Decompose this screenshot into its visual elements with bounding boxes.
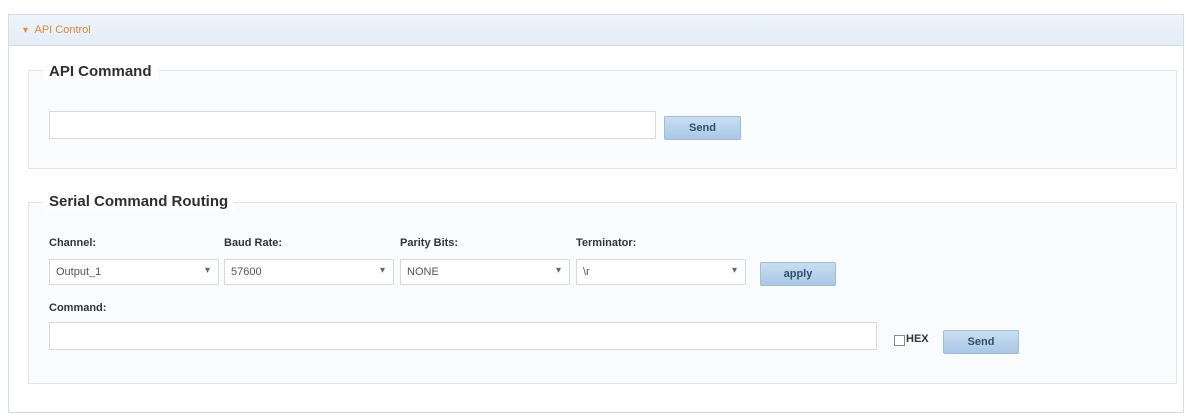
serial-routing-section <box>28 202 1177 384</box>
hex-checkbox[interactable] <box>894 335 905 346</box>
serial-routing-title: Serial Command Routing <box>43 193 235 210</box>
chevron-down-icon: ▾ <box>555 265 561 276</box>
panel-title: API Control <box>34 24 91 36</box>
terminator-label: Terminator: <box>576 237 637 249</box>
api-control-panel: ▾ API Control API Command Send Serial Co… <box>8 14 1184 413</box>
api-command-title: API Command <box>43 63 158 80</box>
baud-rate-select[interactable]: 57600 ▾ <box>224 259 394 285</box>
command-label: Command: <box>49 302 107 314</box>
channel-select[interactable]: Output_1 ▾ <box>49 259 219 285</box>
hex-label: HEX <box>906 333 929 345</box>
parity-bits-select[interactable]: NONE ▾ <box>400 259 570 285</box>
serial-send-button[interactable]: Send <box>943 330 1019 354</box>
terminator-select[interactable]: \r ▾ <box>576 259 746 285</box>
channel-label: Channel: <box>49 237 97 249</box>
serial-command-input[interactable] <box>49 322 877 350</box>
chevron-down-icon: ▾ <box>204 265 210 276</box>
baud-rate-label: Baud Rate: <box>224 237 283 249</box>
collapse-caret-icon[interactable]: ▾ <box>23 25 28 36</box>
panel-header[interactable]: ▾ API Control <box>9 15 1183 46</box>
baud-rate-value: 57600 <box>231 266 262 278</box>
api-command-input[interactable] <box>49 111 656 139</box>
terminator-value: \r <box>583 266 590 278</box>
parity-bits-label: Parity Bits: <box>400 237 459 249</box>
apply-button[interactable]: apply <box>760 262 836 286</box>
channel-value: Output_1 <box>56 266 102 278</box>
api-send-button[interactable]: Send <box>664 116 741 140</box>
chevron-down-icon: ▾ <box>731 265 737 276</box>
parity-bits-value: NONE <box>407 266 439 278</box>
chevron-down-icon: ▾ <box>379 265 385 276</box>
